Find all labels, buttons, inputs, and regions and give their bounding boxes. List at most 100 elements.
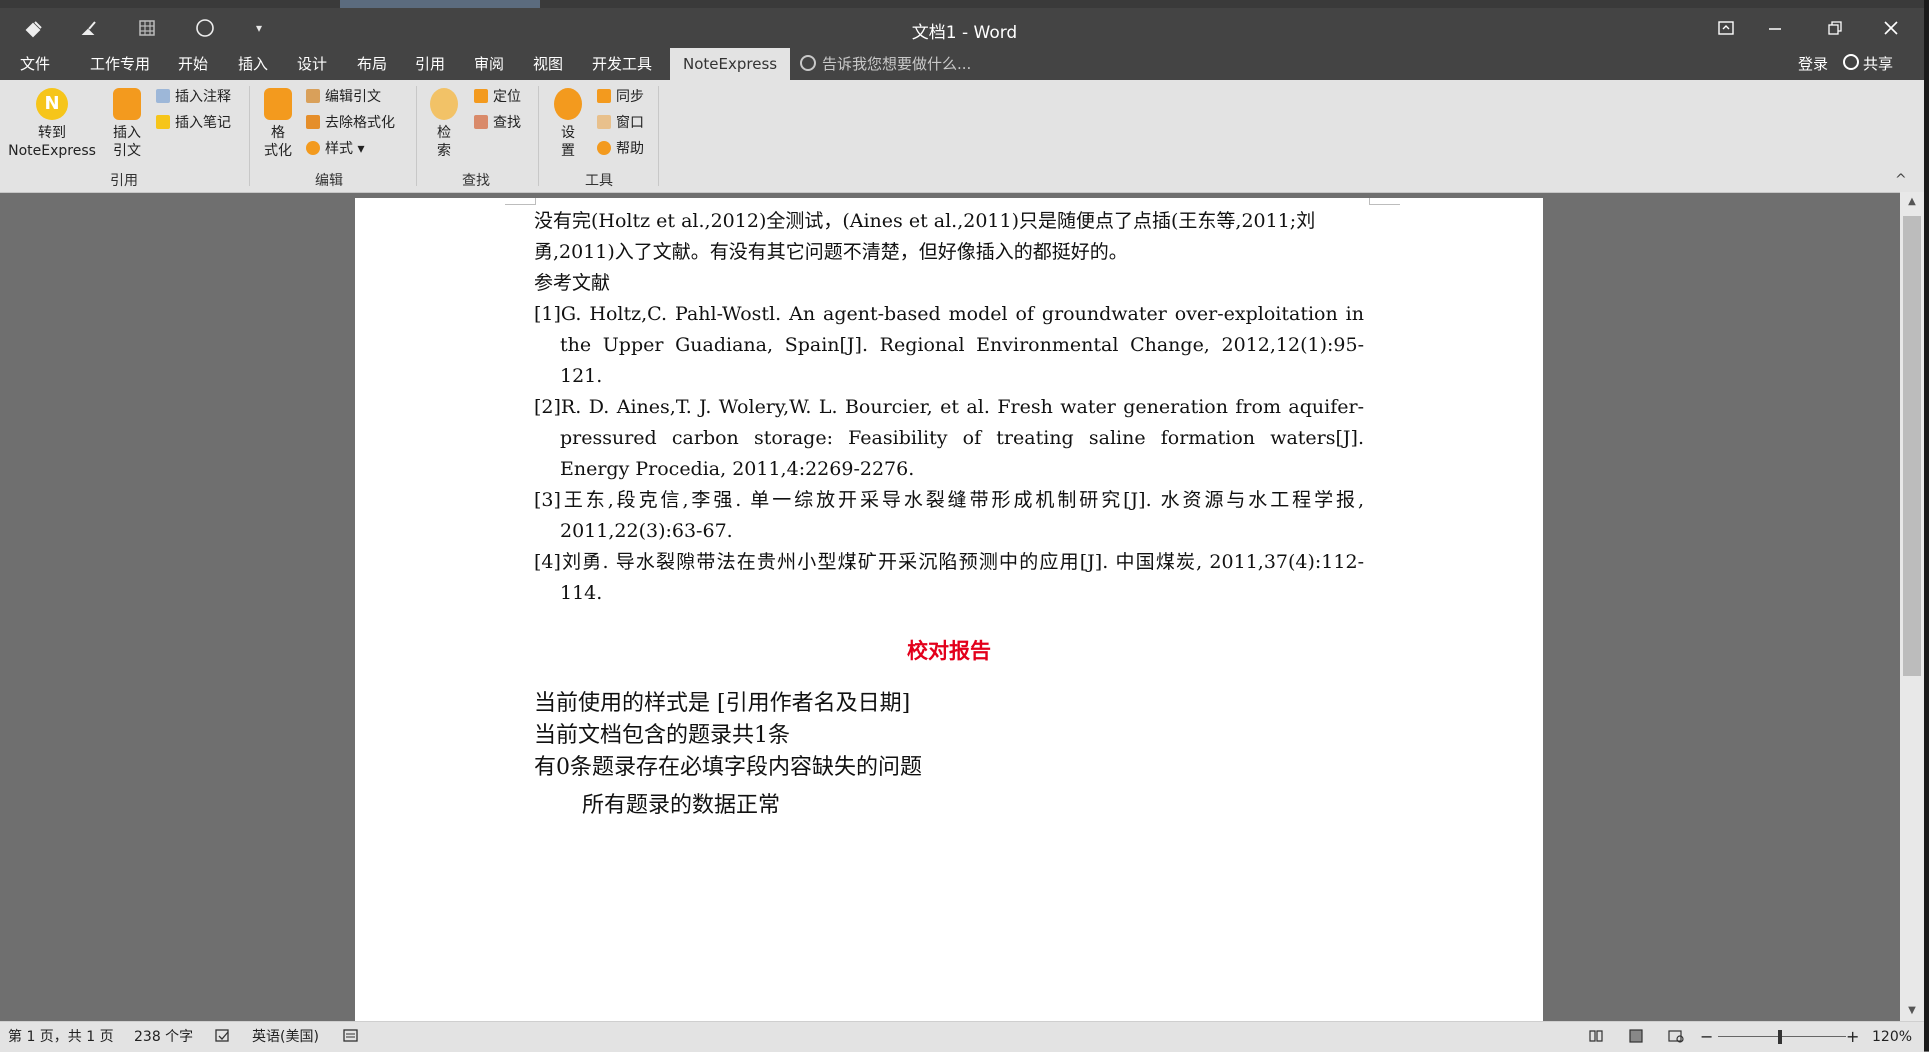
- sync-icon: [597, 89, 611, 103]
- tab-layout[interactable]: 布局: [347, 48, 397, 80]
- print-layout-icon[interactable]: [1628, 1022, 1644, 1052]
- sync-button[interactable]: 同步: [597, 86, 644, 108]
- zoom-slider-thumb[interactable]: [1778, 1030, 1782, 1044]
- dropdown-icon[interactable]: ▾: [241, 12, 277, 44]
- settings-label-2: 置: [561, 143, 575, 159]
- insert-citation-button[interactable]: 插入 引文: [102, 86, 152, 160]
- tab-file[interactable]: 文件: [10, 48, 60, 80]
- tab-home[interactable]: 开始: [168, 48, 218, 80]
- group-separator: [538, 86, 539, 186]
- vertical-scrollbar[interactable]: ▲ ▼: [1900, 192, 1924, 1021]
- report-ok-line[interactable]: 所有题录的数据正常: [534, 790, 1364, 822]
- tab-developer[interactable]: 开发工具: [582, 48, 662, 80]
- format-button[interactable]: 格 式化: [258, 86, 298, 160]
- group-separator: [658, 86, 659, 186]
- goto-label-2: NoteExpress: [8, 143, 96, 159]
- tab-work[interactable]: 工作专用: [80, 48, 160, 80]
- insert-citation-label-2: 引文: [113, 143, 141, 159]
- document-content[interactable]: 没有完(Holtz et al.,2012)全测试，(Aines et al.,…: [534, 206, 1364, 822]
- report-line[interactable]: 当前使用的样式是 [引用作者名及日期]: [534, 688, 1364, 720]
- zoom-out-button[interactable]: −: [1700, 1022, 1713, 1052]
- tab-view[interactable]: 视图: [523, 48, 573, 80]
- ribbon-tabs: 文件 工作专用 开始 插入 设计 布局 引用 审阅 视图 开发工具 NoteEx…: [0, 48, 1929, 80]
- zoom-level[interactable]: 120%: [1872, 1022, 1912, 1052]
- language-indicator[interactable]: 英语(美国): [252, 1022, 319, 1052]
- tab-insert[interactable]: 插入: [228, 48, 278, 80]
- read-mode-icon[interactable]: [1588, 1022, 1604, 1052]
- chevron-down-icon: ▾: [353, 141, 365, 157]
- zoom-in-button[interactable]: +: [1846, 1022, 1859, 1052]
- reference-item[interactable]: [2]R. D. Aines,T. J. Wolery,W. L. Bourci…: [534, 392, 1364, 485]
- note-icon: [156, 89, 170, 103]
- format-label-1: 格: [271, 125, 285, 141]
- insert-memo-button[interactable]: 插入笔记: [156, 112, 231, 134]
- settings-button[interactable]: 设 置: [548, 86, 588, 160]
- reference-item[interactable]: [1]G. Holtz,C. Pahl-Wostl. An agent-base…: [534, 299, 1364, 392]
- scrollbar-thumb[interactable]: [1903, 216, 1921, 676]
- tab-references[interactable]: 引用: [405, 48, 455, 80]
- margin-mark: [1369, 198, 1400, 205]
- screen-top-strip: [0, 0, 1929, 8]
- help-icon: [597, 141, 611, 155]
- edit-citation-button[interactable]: 编辑引文: [306, 86, 381, 108]
- style-dropdown[interactable]: 样式 ▾: [306, 138, 364, 160]
- group-find-label: 查找: [462, 173, 490, 189]
- scroll-up-icon[interactable]: ▲: [1900, 192, 1924, 212]
- window-button[interactable]: 窗口: [597, 112, 644, 134]
- login-link[interactable]: 登录: [1798, 48, 1828, 80]
- noteexpress-logo-icon: N: [36, 88, 68, 120]
- table-icon[interactable]: [129, 12, 165, 44]
- insert-citation-label-1: 插入: [113, 125, 141, 141]
- group-tools-label: 工具: [585, 173, 613, 189]
- proofing-icon[interactable]: [215, 1022, 231, 1052]
- remove-format-icon: [306, 115, 320, 129]
- restore-icon[interactable]: [1806, 8, 1864, 48]
- circle-icon[interactable]: [187, 12, 223, 44]
- minimize-icon[interactable]: [1746, 8, 1804, 48]
- tab-design[interactable]: 设计: [287, 48, 337, 80]
- tell-me-search[interactable]: 告诉我您想要做什么...: [800, 48, 971, 80]
- locate-icon: [474, 89, 488, 103]
- zoom-slider[interactable]: [1718, 1036, 1846, 1037]
- person-icon: [1843, 54, 1859, 70]
- edit-citation-label: 编辑引文: [325, 89, 381, 105]
- save-icon[interactable]: [16, 12, 52, 44]
- share-button[interactable]: 共享: [1843, 48, 1893, 80]
- word-count[interactable]: 238 个字: [134, 1022, 193, 1052]
- reference-item[interactable]: [3]王东,段克信,李强. 单一综放开采导水裂缝带形成机制研究[J]. 水资源与…: [534, 485, 1364, 547]
- status-bar: 第 1 页，共 1 页 238 个字 英语(美国) − + 120%: [0, 1021, 1924, 1052]
- group-separator: [249, 86, 250, 186]
- settings-label-1: 设: [561, 125, 575, 141]
- title-bar: ▾ 文档1 - Word: [0, 8, 1929, 48]
- insert-note-button[interactable]: 插入注释: [156, 86, 231, 108]
- web-layout-icon[interactable]: [1668, 1022, 1684, 1052]
- document-page[interactable]: 没有完(Holtz et al.,2012)全测试，(Aines et al.,…: [355, 198, 1543, 1021]
- report-line[interactable]: 有0条题录存在必填字段内容缺失的问题: [534, 752, 1364, 784]
- collapse-ribbon-icon[interactable]: ^: [1895, 172, 1907, 188]
- tell-me-text: 告诉我您想要做什么...: [822, 55, 972, 73]
- find-button[interactable]: 查找: [474, 112, 521, 134]
- report-title[interactable]: 校对报告: [534, 635, 1364, 666]
- share-label: 共享: [1863, 55, 1894, 73]
- search-button[interactable]: 检 索: [424, 86, 464, 160]
- tab-noteexpress[interactable]: NoteExpress: [670, 48, 791, 80]
- remove-format-button[interactable]: 去除格式化: [306, 112, 395, 134]
- brush-icon[interactable]: [72, 12, 108, 44]
- close-icon[interactable]: [1862, 8, 1920, 48]
- tab-review[interactable]: 审阅: [464, 48, 514, 80]
- find-label: 查找: [493, 115, 521, 131]
- search-label-1: 检: [437, 125, 451, 141]
- macro-icon[interactable]: [343, 1022, 359, 1052]
- body-paragraph[interactable]: 没有完(Holtz et al.,2012)全测试，(Aines et al.,…: [534, 206, 1364, 268]
- report-line[interactable]: 当前文档包含的题录共1条: [534, 720, 1364, 752]
- help-button[interactable]: 帮助: [597, 138, 644, 160]
- scroll-down-icon[interactable]: ▼: [1900, 1001, 1924, 1021]
- page-count[interactable]: 第 1 页，共 1 页: [8, 1022, 114, 1052]
- locate-button[interactable]: 定位: [474, 86, 521, 108]
- locate-label: 定位: [493, 89, 521, 105]
- reference-item[interactable]: [4]刘勇. 导水裂隙带法在贵州小型煤矿开采沉陷预测中的应用[J]. 中国煤炭,…: [534, 547, 1364, 609]
- format-label-2: 式化: [264, 143, 292, 159]
- references-heading[interactable]: 参考文献: [534, 268, 1364, 299]
- goto-noteexpress-button[interactable]: N 转到 NoteExpress: [4, 86, 100, 160]
- pencil-icon: [156, 115, 170, 129]
